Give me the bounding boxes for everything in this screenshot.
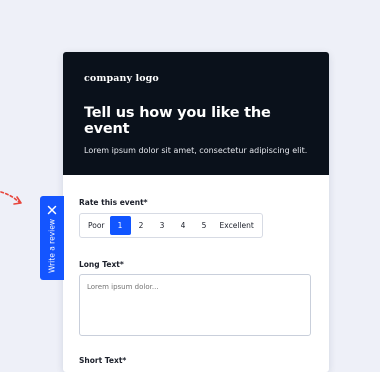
company-logo: company logo — [84, 73, 159, 84]
dashed-arrow-icon — [0, 191, 22, 205]
close-icon[interactable] — [46, 204, 58, 216]
rating-option-3[interactable]: 3 — [152, 216, 173, 235]
feedback-form-card: company logo Tell us how you like the ev… — [63, 52, 329, 372]
long-text-input[interactable] — [79, 274, 311, 336]
rating-option-5[interactable]: 5 — [194, 216, 215, 235]
long-text-label: Long Text* — [79, 260, 124, 269]
rating-option-1[interactable]: 1 — [109, 216, 131, 235]
rating-scale: Poor 1 2 3 4 5 Excellent — [79, 213, 263, 238]
short-text-label: Short Text* — [79, 356, 127, 365]
rating-label: Rate this event* — [79, 198, 148, 207]
form-header: company logo Tell us how you like the ev… — [63, 52, 329, 175]
rating-high-label: Excellent — [219, 221, 254, 230]
write-review-label: Write a review — [47, 219, 57, 273]
rating-option-2[interactable]: 2 — [131, 216, 152, 235]
write-review-tab[interactable]: Write a review — [40, 196, 64, 280]
form-subtitle: Lorem ipsum dolor sit amet, consectetur … — [84, 146, 308, 155]
rating-low-label: Poor — [88, 221, 105, 230]
form-title: Tell us how you like the event — [84, 105, 271, 137]
rating-option-4[interactable]: 4 — [173, 216, 194, 235]
